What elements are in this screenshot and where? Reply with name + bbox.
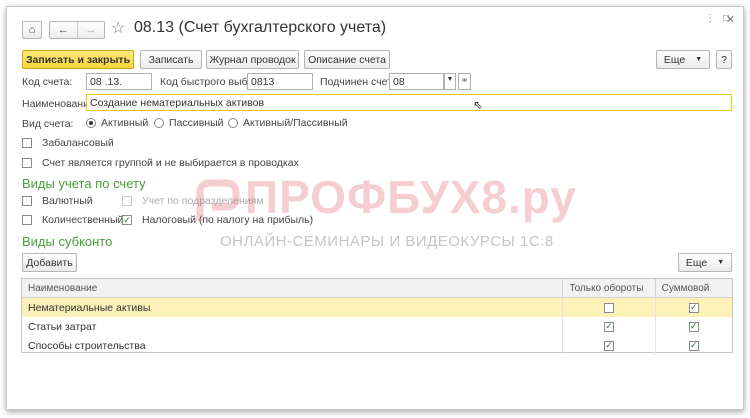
code-field[interactable]: 08 .13. <box>86 73 152 90</box>
subconto-table: Наименование Только обороты Суммовой Нем… <box>21 278 733 355</box>
more-vertical-icon[interactable]: ⋮ <box>705 13 723 24</box>
subconto-more-button[interactable]: Еще ▼ <box>678 253 732 272</box>
account-type-label: Вид счета: <box>22 118 74 130</box>
quantity-checkbox[interactable]: Количественный <box>22 214 123 226</box>
column-header-sum[interactable]: Суммовой <box>656 279 732 297</box>
radio-passive-label: Пассивный <box>169 117 224 129</box>
close-icon[interactable]: ✕ <box>726 13 735 26</box>
off-balance-label: Забалансовый <box>42 137 114 149</box>
currency-checkbox[interactable]: Валютный <box>22 195 93 207</box>
dropdown-arrow-icon: ▼ <box>695 56 703 63</box>
turnover-only-cell[interactable] <box>563 298 656 317</box>
checkbox-box <box>22 215 32 225</box>
watermark-title: ПРОФБУХ8.ру <box>245 171 577 223</box>
radio-active-dot <box>86 118 96 128</box>
off-balance-checkbox[interactable]: Забалансовый <box>22 137 114 149</box>
checkmark-icon: ✓ <box>122 214 132 225</box>
column-header-turnover-only[interactable]: Только обороты <box>563 279 656 297</box>
forward-arrow-icon[interactable]: → <box>76 22 105 38</box>
radio-passive-dot <box>154 118 164 128</box>
history-nav: ← → <box>49 21 105 39</box>
journal-button[interactable]: Журнал проводок <box>206 50 299 69</box>
accounting-types-heading: Виды учета по счету <box>22 176 146 191</box>
checkmark-icon: ✓ <box>688 302 699 313</box>
is-group-checkbox[interactable]: Счет является группой и не выбирается в … <box>22 157 299 169</box>
sum-cell[interactable]: ✓ <box>656 317 732 336</box>
name-field[interactable]: Создание нематериальных активов <box>86 94 732 111</box>
row-name: Статьи затрат <box>22 317 564 336</box>
home-icon: ⌂ <box>28 24 36 36</box>
parent-dropdown-button[interactable]: ▼ <box>444 73 456 90</box>
link-icon: ⚭ <box>460 75 469 85</box>
save-and-close-button[interactable]: Записать и закрыть <box>22 50 134 69</box>
checkmark-icon: ✓ <box>604 340 615 351</box>
column-header-name[interactable]: Наименование <box>22 279 564 297</box>
radio-passive[interactable]: Пассивный <box>154 117 224 129</box>
checkbox-box <box>122 196 132 206</box>
sum-cell[interactable]: ✓ <box>656 298 732 317</box>
account-form-window: ⌂ ← → ☆ 08.13 (Счет бухгалтерского учета… <box>6 6 744 410</box>
mouse-cursor-icon: ⇖ <box>473 98 484 112</box>
row-name: Нематериальные активы <box>22 298 564 317</box>
checkmark-icon: ✓ <box>688 340 699 351</box>
parent-account-field[interactable]: 08 <box>389 73 444 90</box>
watermark-subtitle: ОНЛАЙН-СЕМИНАРЫ И ВИДЕОКУРСЫ 1С:8 <box>220 233 554 250</box>
code-label: Код счета: <box>22 76 73 88</box>
checkmark-icon: ✓ <box>688 321 699 332</box>
title-bar: ⌂ ← → ☆ 08.13 (Счет бухгалтерского учета… <box>7 7 743 43</box>
sum-cell[interactable]: ✓ <box>656 336 732 355</box>
radio-active-passive[interactable]: Активный/Пассивный <box>228 117 348 129</box>
subconto-heading: Виды субконто <box>22 234 113 249</box>
subconto-more-label: Еще <box>685 256 708 269</box>
watermark-logo-icon <box>196 179 240 221</box>
checkbox-box <box>22 196 32 206</box>
quantity-label: Количественный <box>42 214 124 226</box>
table-header: Наименование Только обороты Суммовой <box>22 279 732 298</box>
radio-active-label: Активный <box>101 117 149 129</box>
radio-active-passive-dot <box>228 118 238 128</box>
row-name: Способы строительства <box>22 336 564 355</box>
home-button[interactable]: ⌂ <box>22 21 42 39</box>
open-parent-button[interactable]: ⚭ <box>458 73 471 90</box>
checkbox-box <box>604 302 615 313</box>
add-subconto-button[interactable]: Добавить <box>22 253 77 272</box>
radio-active[interactable]: Активный <box>86 117 148 129</box>
save-button[interactable]: Записать <box>140 50 202 69</box>
table-row[interactable]: Нематериальные активы ✓ <box>22 298 732 317</box>
window-title: 08.13 (Счет бухгалтерского учета) <box>134 19 387 36</box>
table-row[interactable]: Способы строительства ✓ ✓ <box>22 336 732 355</box>
checkbox-box <box>22 158 32 168</box>
quick-code-field[interactable]: 0813 <box>247 73 313 90</box>
back-arrow-icon[interactable]: ← <box>50 22 77 38</box>
currency-label: Валютный <box>42 195 93 207</box>
is-group-label: Счет является группой и не выбирается в … <box>42 157 299 169</box>
more-label: Еще <box>663 53 686 66</box>
radio-active-passive-label: Активный/Пассивный <box>243 117 348 129</box>
more-menu-button[interactable]: Еще ▼ <box>656 50 710 69</box>
checkbox-box <box>22 138 32 148</box>
checkmark-icon: ✓ <box>604 321 615 332</box>
by-division-checkbox[interactable]: Учет по подразделениям <box>122 195 264 207</box>
dropdown-arrow-icon: ▼ <box>717 259 725 266</box>
dropdown-arrow-icon: ▼ <box>446 76 454 83</box>
turnover-only-cell[interactable]: ✓ <box>563 336 656 355</box>
turnover-only-cell[interactable]: ✓ <box>563 317 656 336</box>
star-icon[interactable]: ☆ <box>111 18 125 38</box>
account-description-button[interactable]: Описание счета <box>304 50 390 69</box>
help-button[interactable]: ? <box>716 50 732 69</box>
table-row[interactable]: Статьи затрат ✓ ✓ <box>22 317 732 336</box>
